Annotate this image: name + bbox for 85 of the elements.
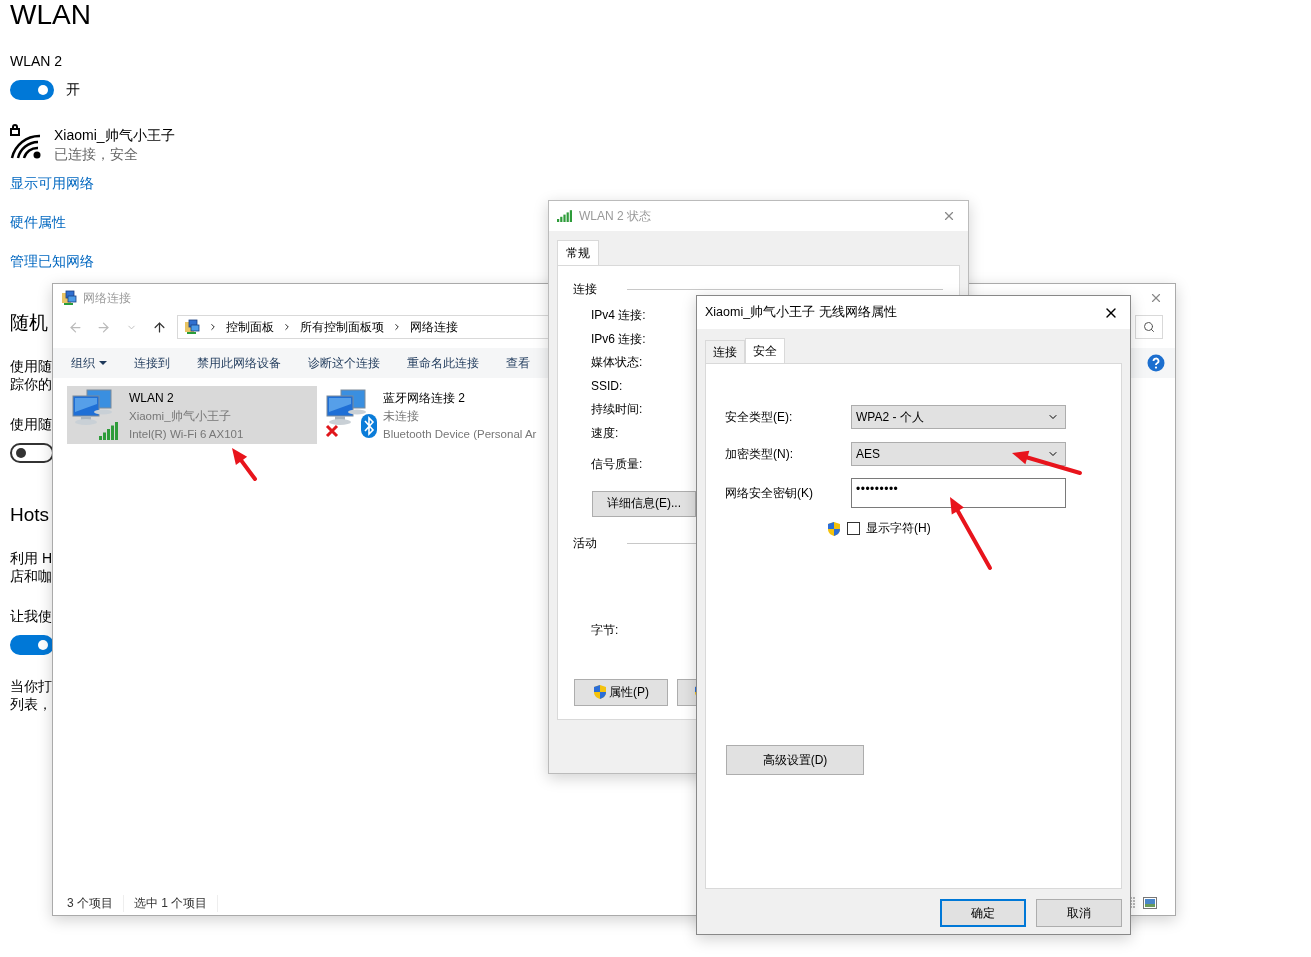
section-text: 利用 H 店和咖 [10,549,52,585]
section-text: 使用随 [10,415,52,433]
dialog-title: Xiaomi_帅气小王子 无线网络属性 [705,304,898,321]
control-panel-icon [184,319,200,335]
device-name: Intel(R) Wi-Fi 6 AX101 [129,427,244,442]
shield-icon [593,684,607,700]
toolbar-button[interactable]: 重命名此连接 [407,354,479,372]
settings-link[interactable]: 管理已知网络 [10,252,94,271]
bluetooth-icon [361,414,377,438]
breadcrumb[interactable]: 网络连接 [410,318,458,336]
search-field[interactable] [1135,315,1163,339]
field-label: IPv4 连接: [591,307,646,324]
dialog-button[interactable]: 确定 [940,899,1026,927]
page-title: WLAN [10,0,92,32]
field-label: 信号质量: [591,456,643,473]
checkbox-label: 显示字符(H) [866,520,931,537]
tab[interactable]: 常规 [557,240,599,266]
device-name: Bluetooth Device (Personal Ar [383,427,537,442]
connection-status: 未连接 [383,409,420,424]
toggle-switch[interactable] [10,80,54,100]
connection-name: WLAN 2 [129,390,175,407]
group-title: 连接 [573,281,597,298]
computers-icon [71,388,115,428]
status-text: 3 个项目 [67,894,124,912]
toggle-switch[interactable] [10,635,54,655]
settings-link[interactable]: 硬件属性 [10,213,66,232]
annotation-arrow [232,448,257,481]
status-text: 选中 1 个项目 [134,894,219,912]
breadcrumb[interactable]: 所有控制面板项 [300,318,384,336]
field-label: SSID: [591,377,623,395]
group-title: 活动 [573,534,597,552]
toolbar-button[interactable]: 组织 [71,354,107,372]
shield-icon [827,520,841,537]
encryption-type-dropdown[interactable]: AES [851,442,1066,466]
signal-bars-icon [557,210,573,222]
tab[interactable]: 安全 [745,338,785,364]
toggle-switch[interactable] [10,443,54,463]
connection-item[interactable]: WLAN 2 Xiaomi_帅气小王子 Intel(R) Wi-Fi 6 AX101 [67,386,317,444]
section-heading: 随机 [10,311,48,335]
chevron-icon [392,322,402,332]
network-folder-icon [61,290,77,306]
toolbar-button[interactable]: 连接到 [134,354,170,372]
toolbar-button[interactable]: 诊断这个连接 [308,354,380,372]
signal-bars-icon [99,422,119,440]
properties-button[interactable]: 属性(P) [574,678,668,706]
field-label: 网络安全密钥(K) [725,484,814,502]
checkbox[interactable] [847,522,860,535]
section-text: 当你打 列表， [10,677,52,713]
chevron-icon [282,322,292,332]
search-icon [1143,321,1155,333]
toolbar-button[interactable]: 查看 [506,354,530,372]
breadcrumb[interactable]: 控制面板 [226,318,274,336]
window-title: WLAN 2 状态 [579,207,652,225]
connection-item[interactable]: 蓝牙网络连接 2 未连接 Bluetooth Device (Personal Ar [321,386,571,444]
field-label: 媒体状态: [591,354,643,371]
toggle-label: 开 [66,81,80,99]
tab[interactable]: 连接 [705,340,745,363]
settings-link[interactable]: 显示可用网络 [10,174,94,193]
field-label: 加密类型(N): [725,445,794,463]
section-text: 使用随 踪你的 [10,357,52,393]
large-icons-view-icon[interactable] [1143,897,1157,909]
security-type-dropdown[interactable]: WPA2 - 个人 [851,405,1066,429]
adapter-label: WLAN 2 [10,52,64,70]
section-heading: Hots [10,503,50,527]
computers-icon [325,388,369,428]
advanced-settings-button[interactable]: 高级设置(D) [726,745,864,775]
secure-wifi-icon [10,124,42,160]
chevron-icon [208,322,218,332]
help-icon[interactable] [1147,354,1165,372]
network-name: Xiaomi_帅气小王子 [54,126,175,145]
network-status: 已连接，安全 [54,145,139,164]
field-label: 持续时间: [591,401,643,418]
section-text: 让我使 [10,607,52,625]
annotation-arrow [1012,450,1082,475]
field-label: 速度: [591,424,619,442]
dialog-button[interactable]: 取消 [1036,899,1122,927]
field-label: 安全类型(E): [725,408,794,426]
connection-name: 蓝牙网络连接 2 [383,390,466,407]
toolbar-button[interactable]: 禁用此网络设备 [197,354,281,372]
connection-status: Xiaomi_帅气小王子 [129,409,232,424]
field-label: 字节: [590,621,619,639]
details-button[interactable]: 详细信息(E)... [592,490,696,517]
field-label: IPv6 连接: [591,330,646,348]
disconnected-x-icon [325,424,339,438]
password-field[interactable]: ••••••••• [851,478,1066,508]
